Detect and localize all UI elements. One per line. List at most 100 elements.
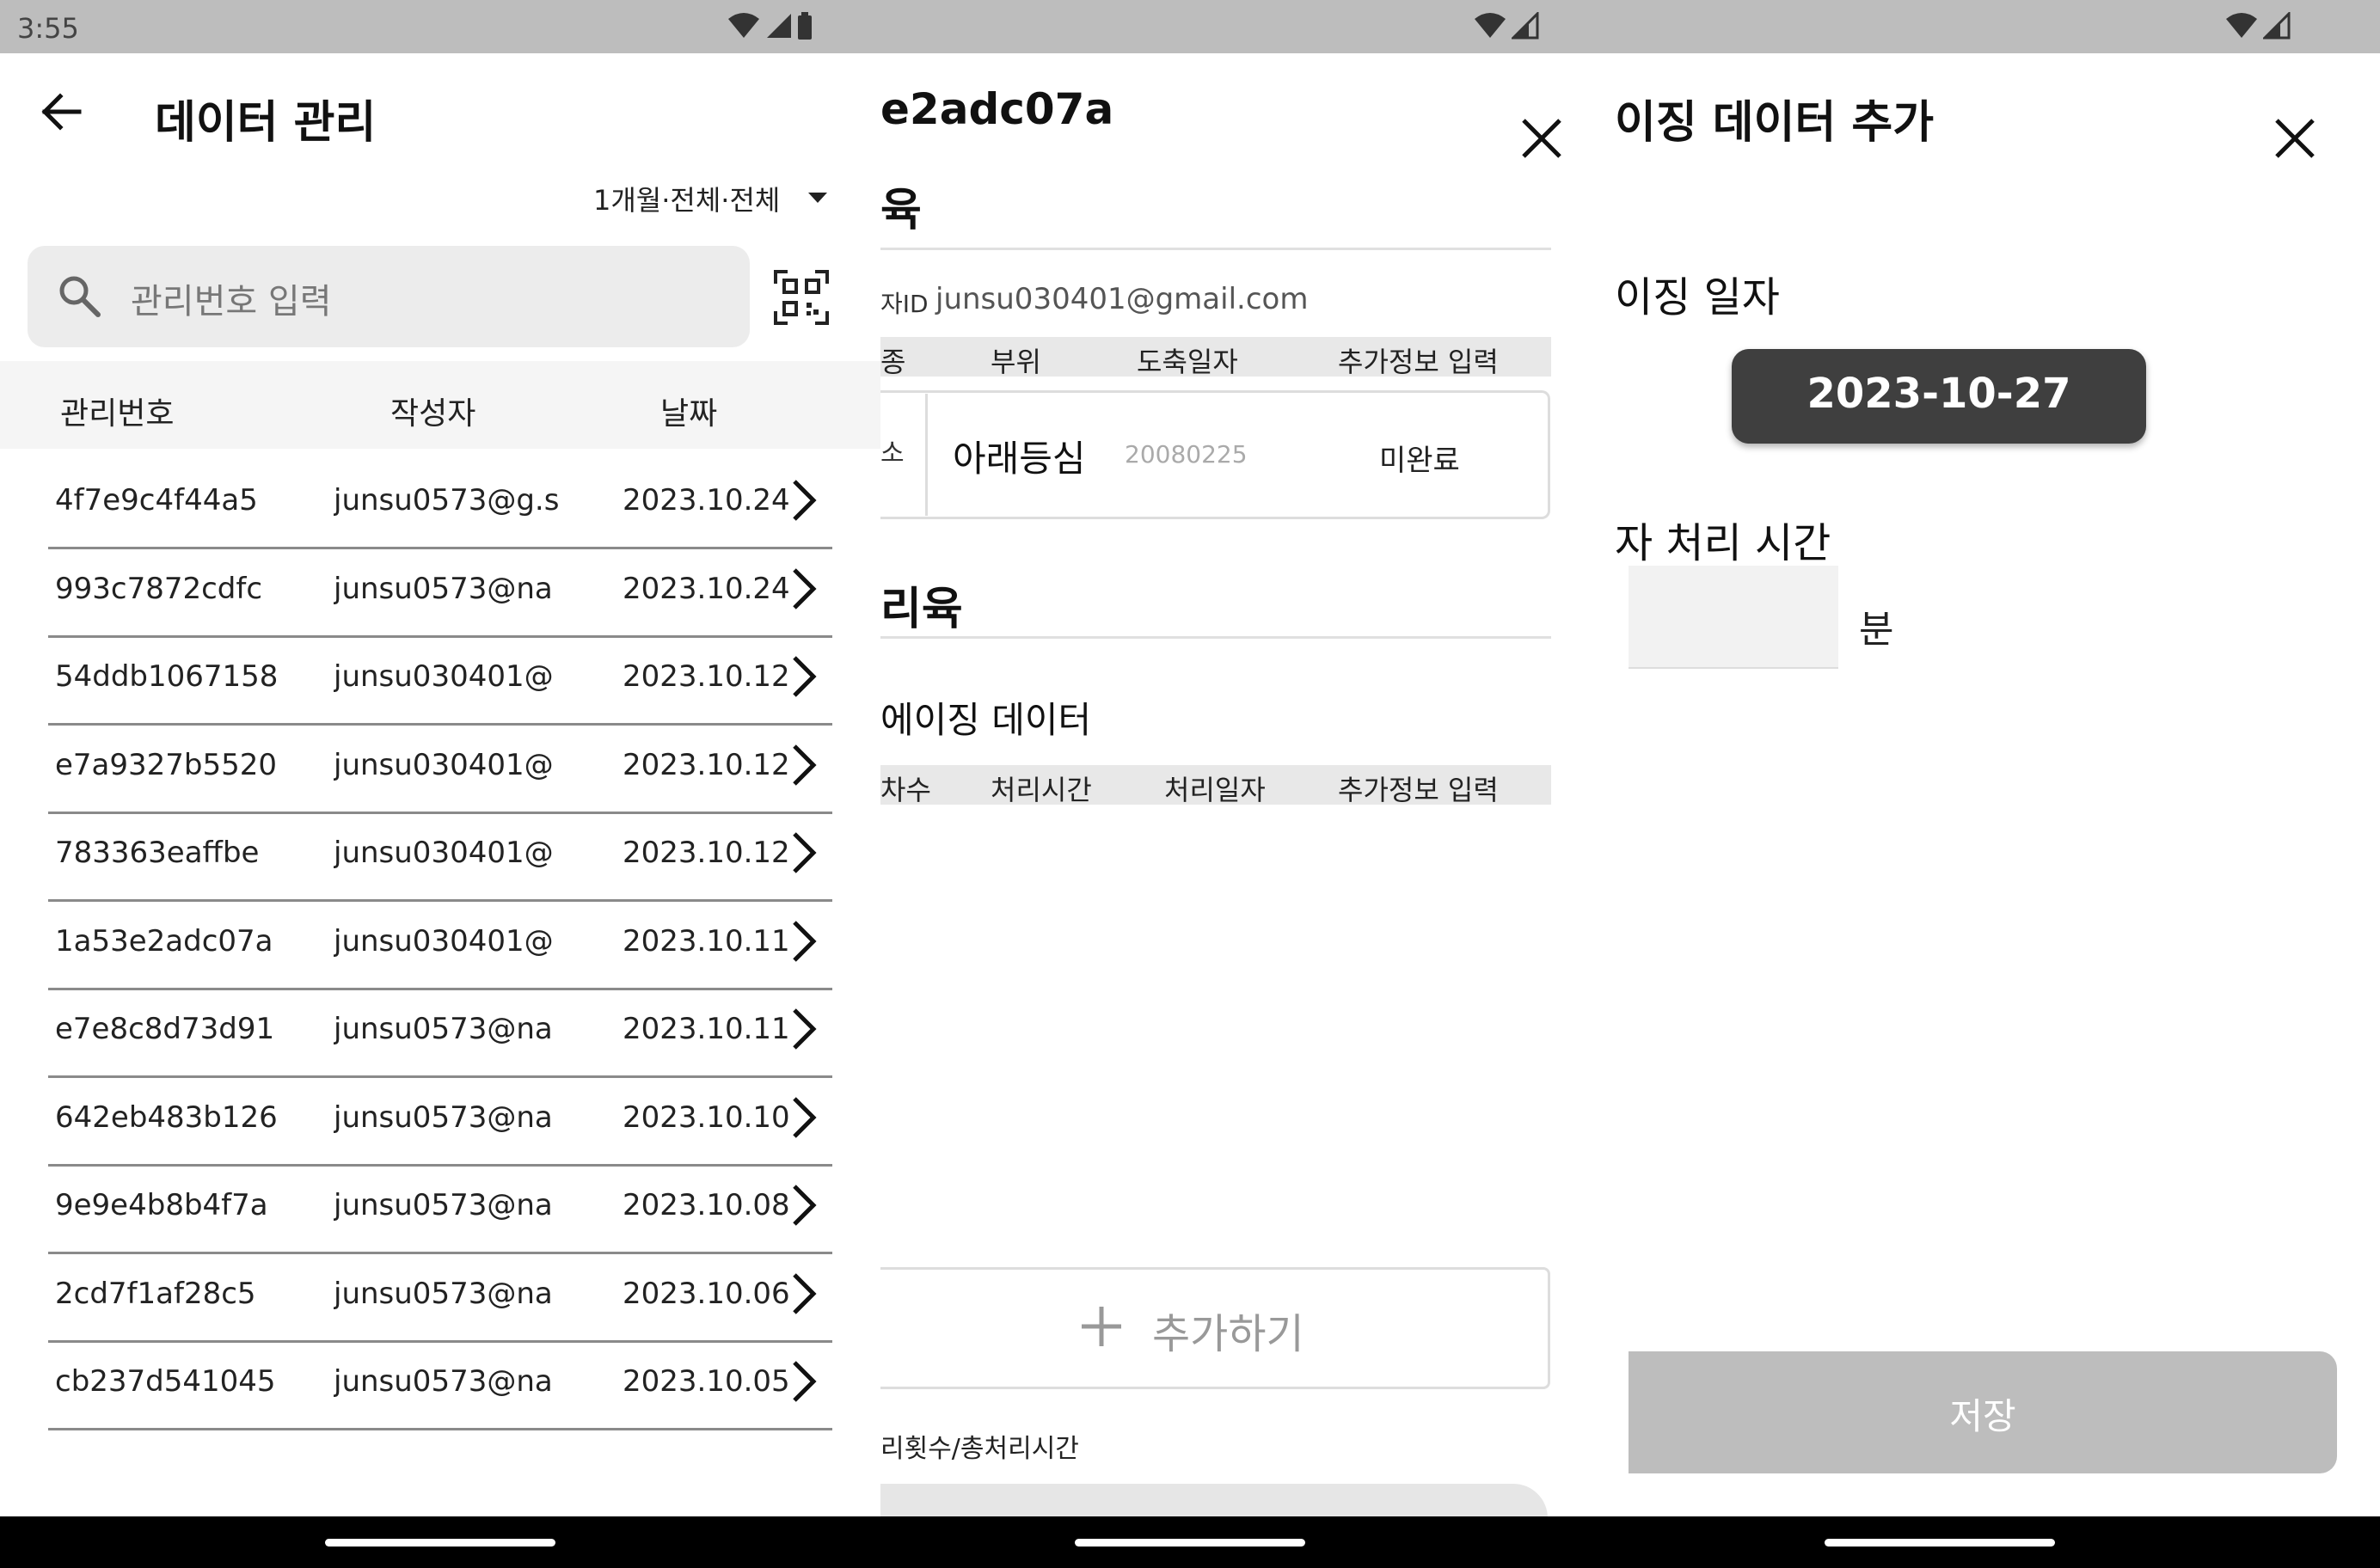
- home-indicator[interactable]: [325, 1539, 555, 1547]
- section2-divider: [880, 636, 1551, 639]
- signal-icon: [767, 14, 791, 38]
- status-icons-3: [2225, 12, 2291, 40]
- row-author: junsu0573@na: [334, 1012, 553, 1046]
- qr-scan-icon[interactable]: [774, 270, 829, 325]
- table-row[interactable]: 783363eaffbe junsu030401@ 2023.10.12: [48, 812, 832, 902]
- detail-panel: e2adc07a 육 자ID junsu030401@gmail.com 종 부…: [880, 53, 1615, 1516]
- column-header-date: 날짜: [660, 396, 718, 432]
- search-input[interactable]: 관리번호 입력: [131, 273, 332, 323]
- table-row[interactable]: e7a9327b5520 junsu030401@ 2023.10.12: [48, 724, 832, 814]
- plus-icon: [1082, 1307, 1121, 1346]
- page-title: 데이터 관리: [155, 97, 377, 149]
- table-row[interactable]: e7e8c8d73d91 junsu0573@na 2023.10.11: [48, 988, 832, 1078]
- column-header-id: 관리번호: [60, 396, 175, 432]
- table-row[interactable]: 993c7872cdfc junsu0573@na 2023.10.24: [48, 548, 832, 638]
- close-icon[interactable]: [1520, 117, 1563, 160]
- row-id: 642eb483b126: [55, 1099, 278, 1135]
- chevron-right-icon[interactable]: [788, 1007, 819, 1051]
- status-icons: [727, 12, 815, 40]
- aging-col-time: 처리시간: [991, 774, 1092, 806]
- status-time: 3:55: [17, 12, 79, 45]
- section1-divider: [880, 248, 1551, 250]
- chevron-right-icon[interactable]: [788, 1359, 819, 1404]
- home-indicator[interactable]: [1075, 1539, 1305, 1547]
- save-button-label: 저장: [1949, 1395, 2016, 1437]
- back-arrow-icon[interactable]: [38, 89, 83, 134]
- close-icon[interactable]: [2273, 117, 2316, 160]
- detail-title: e2adc07a: [880, 84, 1114, 134]
- filter-dropdown[interactable]: 1개월·전체·전체: [593, 179, 834, 217]
- table-row[interactable]: cb237d541045 junsu0573@na 2023.10.05: [48, 1340, 832, 1430]
- row-author: junsu030401@: [334, 923, 554, 959]
- chevron-right-icon[interactable]: [788, 654, 819, 699]
- filter-label: 1개월·전체·전체: [593, 184, 781, 217]
- row-id: e7e8c8d73d91: [55, 1012, 275, 1046]
- row-id: cb237d541045: [55, 1364, 276, 1399]
- chevron-right-icon[interactable]: [788, 478, 819, 523]
- row-author: junsu0573@na: [334, 1188, 553, 1222]
- row-id: 783363eaffbe: [55, 836, 260, 870]
- chevron-right-icon[interactable]: [788, 1095, 819, 1140]
- table-row[interactable]: 642eb483b126 junsu0573@na 2023.10.10: [48, 1076, 832, 1167]
- chevron-right-icon[interactable]: [788, 919, 819, 964]
- column-header-author: 작성자: [390, 396, 476, 432]
- table-row[interactable]: 1a53e2adc07a junsu030401@ 2023.10.11: [48, 900, 832, 990]
- row-author: junsu0573@g.s: [334, 483, 560, 518]
- minutes-input[interactable]: [1629, 566, 1838, 669]
- search-icon: [59, 276, 101, 317]
- row-date: 2023.10.08: [623, 1188, 790, 1222]
- chevron-right-icon[interactable]: [788, 830, 819, 875]
- section1-heading: 육: [880, 185, 922, 236]
- row-date: 2023.10.05: [623, 1364, 790, 1399]
- wifi-icon: [2226, 13, 2257, 38]
- row-date: 2023.10.11: [623, 1012, 790, 1046]
- row-id: 9e9e4b8b4f7a: [55, 1188, 268, 1222]
- meat-col-date: 도축일자: [1137, 346, 1238, 378]
- row-id: 2cd7f1af28c5: [55, 1276, 256, 1311]
- table-row[interactable]: 54ddb1067158 junsu030401@ 2023.10.12: [48, 635, 832, 726]
- aging-col-date: 처리일자: [1164, 774, 1266, 806]
- signal-icon: [1512, 12, 1539, 40]
- chevron-right-icon[interactable]: [788, 1271, 819, 1316]
- date-value: 2023-10-27: [1806, 370, 2071, 418]
- user-email: junsu030401@gmail.com: [935, 282, 1309, 316]
- signal-icon: [2263, 12, 2291, 40]
- summary-label: 리횟수/총처리시간: [880, 1434, 1079, 1464]
- summary-box: [880, 1484, 1548, 1516]
- caret-down-icon: [808, 193, 827, 203]
- table-row[interactable]: 2cd7f1af28c5 junsu0573@na 2023.10.06: [48, 1253, 832, 1343]
- table-row[interactable]: 9e9e4b8b4f7a junsu0573@na 2023.10.08: [48, 1164, 832, 1254]
- row-date: 2023.10.24: [623, 571, 790, 606]
- row-date: 2023.10.24: [623, 483, 790, 518]
- wifi-icon: [728, 13, 759, 38]
- row-author: junsu030401@: [334, 747, 554, 782]
- row-id: 993c7872cdfc: [55, 571, 263, 606]
- row-author: junsu0573@na: [334, 1276, 553, 1311]
- meat-cell-0: 소: [880, 438, 905, 469]
- meat-status[interactable]: 미완료: [1379, 437, 1460, 479]
- wifi-icon: [1475, 13, 1506, 38]
- aging-date-label: 이징 일자: [1615, 273, 1780, 322]
- home-indicator[interactable]: [1825, 1539, 2055, 1547]
- meat-part: 아래등심: [953, 438, 1086, 480]
- aging-subheading: 에이징 데이터: [880, 699, 1092, 741]
- aging-add-panel: 이징 데이터 추가 이징 일자 2023-10-27 자 처리 시간 분 저장: [1615, 53, 2380, 1516]
- row-date: 2023.10.11: [623, 923, 790, 959]
- row-date: 2023.10.06: [623, 1276, 790, 1311]
- chevron-right-icon[interactable]: [788, 567, 819, 611]
- process-time-label: 자 처리 시간: [1615, 519, 1831, 567]
- chevron-right-icon[interactable]: [788, 743, 819, 787]
- row-date: 2023.10.10: [623, 1099, 790, 1135]
- status-bar: [0, 0, 2380, 53]
- meat-date: 20080225: [1125, 440, 1248, 469]
- chevron-right-icon[interactable]: [788, 1183, 819, 1228]
- status-icons-2: [1474, 12, 1539, 40]
- row-author: junsu030401@: [334, 659, 554, 694]
- table-row[interactable]: 4f7e9c4f44a5 junsu0573@g.s 2023.10.24: [48, 459, 832, 549]
- aging-table-header: 차수 처리시간 처리일자 추가정보 입력: [880, 765, 1551, 806]
- aging-col-extra: 추가정보 입력: [1338, 774, 1499, 806]
- section2-heading: 리육: [880, 584, 963, 635]
- row-author: junsu0573@na: [334, 1099, 553, 1135]
- user-label: 자ID: [880, 290, 929, 318]
- row-id: 1a53e2adc07a: [55, 923, 273, 959]
